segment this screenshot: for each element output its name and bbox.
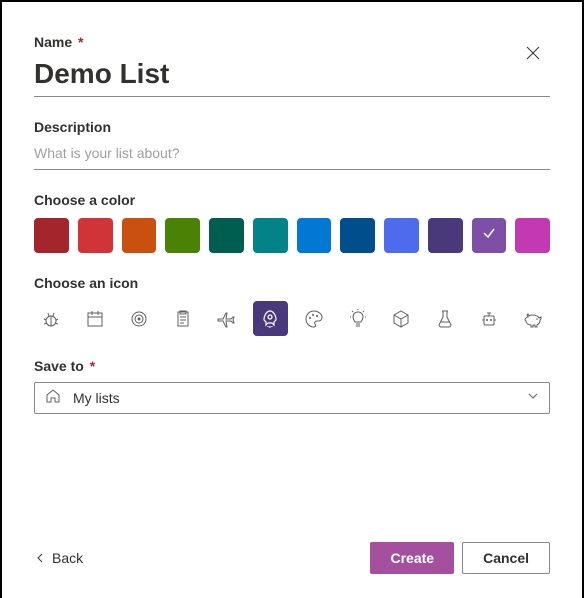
save-to-field-group: Save to * My lists	[34, 358, 550, 414]
airplane-icon-option[interactable]	[209, 301, 244, 336]
save-to-label: Save to *	[34, 358, 550, 374]
color-swatch[interactable]	[340, 218, 375, 253]
home-icon	[45, 388, 61, 409]
calendar-icon-option[interactable]	[78, 301, 113, 336]
chevron-left-icon	[34, 552, 46, 564]
icon-field-group: Choose an icon	[34, 275, 550, 336]
close-icon	[526, 46, 540, 60]
robot-icon-option[interactable]	[472, 301, 507, 336]
dialog-footer: Back Create Cancel	[34, 542, 550, 574]
color-label: Choose a color	[34, 192, 550, 208]
lightbulb-icon	[348, 309, 368, 329]
name-input[interactable]	[34, 54, 550, 97]
color-field-group: Choose a color	[34, 192, 550, 253]
color-swatch[interactable]	[472, 218, 507, 253]
rocket-icon-option[interactable]	[253, 301, 288, 336]
icon-label: Choose an icon	[34, 275, 550, 291]
cube-icon	[391, 309, 411, 329]
save-to-dropdown[interactable]: My lists	[34, 382, 550, 414]
target-icon	[129, 309, 149, 329]
back-label: Back	[52, 550, 83, 566]
name-field-group: Name *	[34, 34, 550, 97]
description-input[interactable]	[34, 139, 550, 170]
check-icon	[482, 226, 496, 245]
back-button[interactable]: Back	[34, 550, 83, 566]
lightbulb-icon-option[interactable]	[340, 301, 375, 336]
clipboard-icon	[173, 309, 193, 329]
cube-icon-option[interactable]	[384, 301, 419, 336]
clipboard-icon-option[interactable]	[165, 301, 200, 336]
required-asterisk: *	[78, 34, 83, 50]
color-row	[34, 218, 550, 253]
color-swatch[interactable]	[428, 218, 463, 253]
color-swatch[interactable]	[297, 218, 332, 253]
color-swatch[interactable]	[165, 218, 200, 253]
flask-icon	[435, 309, 455, 329]
color-swatch[interactable]	[209, 218, 244, 253]
bug-icon	[41, 309, 61, 329]
color-swatch[interactable]	[253, 218, 288, 253]
piggybank-icon	[523, 309, 543, 329]
palette-icon	[304, 309, 324, 329]
calendar-icon	[85, 309, 105, 329]
description-label: Description	[34, 119, 550, 135]
description-field-group: Description	[34, 119, 550, 170]
bug-icon-option[interactable]	[34, 301, 69, 336]
create-button[interactable]: Create	[370, 542, 454, 574]
create-list-dialog: Name * Description Choose a color Choose…	[2, 2, 582, 598]
color-swatch[interactable]	[78, 218, 113, 253]
airplane-icon	[216, 309, 236, 329]
flask-icon-option[interactable]	[428, 301, 463, 336]
icon-row	[34, 301, 550, 336]
close-button[interactable]	[526, 46, 546, 66]
piggybank-icon-option[interactable]	[515, 301, 550, 336]
name-label-text: Name	[34, 34, 72, 50]
chevron-down-icon	[527, 389, 539, 407]
save-to-value: My lists	[73, 390, 527, 406]
robot-icon	[479, 309, 499, 329]
palette-icon-option[interactable]	[297, 301, 332, 336]
save-to-label-text: Save to	[34, 358, 84, 374]
cancel-button[interactable]: Cancel	[462, 542, 550, 574]
target-icon-option[interactable]	[122, 301, 157, 336]
color-swatch[interactable]	[384, 218, 419, 253]
color-swatch[interactable]	[34, 218, 69, 253]
color-swatch[interactable]	[515, 218, 550, 253]
rocket-icon	[260, 309, 280, 329]
required-asterisk: *	[90, 358, 95, 374]
name-label: Name *	[34, 34, 550, 50]
color-swatch[interactable]	[122, 218, 157, 253]
